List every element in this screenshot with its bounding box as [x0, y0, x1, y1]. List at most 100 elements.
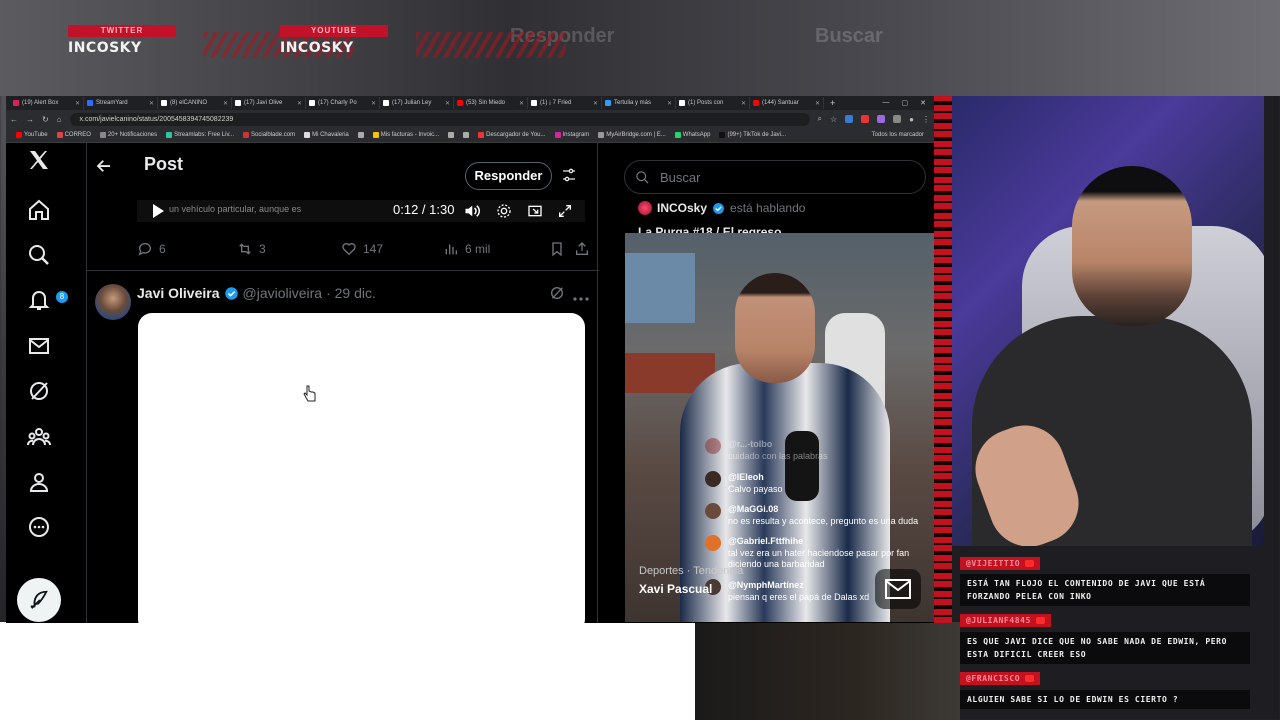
new-tab-icon[interactable]: + — [824, 98, 841, 108]
fullscreen-icon[interactable] — [557, 203, 573, 222]
extension-icon[interactable] — [861, 115, 870, 123]
bookmark-item[interactable]: Streamlabs: Free Liv... — [166, 132, 234, 138]
reload-icon[interactable]: ↻ — [42, 115, 49, 124]
bookmark-item[interactable]: WhatsApp — [674, 132, 710, 138]
maximize-icon[interactable]: ▢ — [902, 99, 909, 107]
grok-explain-icon[interactable] — [549, 285, 565, 306]
trend-title[interactable]: Xavi Pascual — [639, 582, 712, 596]
back-icon[interactable]: ← — [10, 115, 18, 124]
extension-icon[interactable] — [845, 115, 854, 123]
volume-icon[interactable] — [464, 203, 482, 222]
grok-icon[interactable] — [22, 374, 56, 408]
avatar[interactable] — [95, 284, 131, 320]
home-icon[interactable]: ⌂ — [57, 115, 62, 124]
trend-category: Deportes · Tendencia — [639, 565, 744, 577]
browser-tab[interactable]: (17) Julian Ley ✕ — [380, 97, 454, 109]
browser-tab[interactable]: (8) elCANINO ✕ — [158, 97, 232, 109]
star-icon[interactable]: ☆ — [830, 115, 837, 124]
bookmark-favicon-icon — [357, 132, 364, 138]
author-name[interactable]: Javi Oliveira — [137, 285, 220, 301]
settings-gear-icon[interactable] — [496, 203, 512, 222]
post-author-row: Javi Oliveira @javioliveira · 29 dic. — [137, 285, 376, 301]
back-arrow-icon[interactable] — [95, 157, 113, 180]
bookmark-item[interactable] — [357, 132, 364, 138]
messages-envelope-icon[interactable] — [22, 329, 56, 363]
notification-count-badge: 8 — [56, 291, 68, 303]
x-logo-icon[interactable] — [22, 143, 56, 177]
live-space-row[interactable]: INCOsky está hablando — [638, 201, 805, 215]
tab-close-icon[interactable]: ✕ — [445, 100, 450, 107]
tab-close-icon[interactable]: ✕ — [371, 100, 376, 107]
like-action[interactable]: 147 — [341, 241, 383, 257]
browser-tab[interactable]: (1) ¡ 7 Fried ✕ — [528, 97, 602, 109]
browser-tab[interactable]: Tertulia y más ✕ — [602, 97, 676, 109]
tab-close-icon[interactable]: ✕ — [815, 100, 820, 107]
compose-post-button[interactable] — [17, 578, 61, 622]
tab-close-icon[interactable]: ✕ — [223, 100, 228, 107]
reply-settings-icon[interactable] — [561, 167, 577, 188]
chat-text: tal vez era un hater haciendose pasar po… — [728, 548, 910, 569]
repost-icon — [239, 243, 251, 255]
bookmark-item[interactable]: (99+) TikTok de Javi... — [719, 132, 786, 138]
picture-in-picture-icon[interactable] — [527, 203, 543, 222]
browser-tab[interactable]: StreamYard ✕ — [84, 97, 158, 109]
minimize-icon[interactable]: — — [883, 99, 890, 107]
bookmark-item[interactable]: YouTube — [16, 132, 48, 138]
tab-favicon-icon — [531, 100, 537, 106]
extension-icon[interactable] — [893, 115, 902, 123]
all-bookmarks[interactable]: Todos los marcador — [872, 132, 924, 138]
forward-icon[interactable]: → — [26, 115, 34, 124]
bookmark-item[interactable]: Mis facturas - Invoic... — [372, 132, 439, 138]
browser-tab[interactable]: (19) Alert Box ✕ — [10, 97, 84, 109]
post-media[interactable] — [138, 313, 585, 623]
browser-tab[interactable]: (1) Posts con ✕ — [676, 97, 750, 109]
guest-camera-overlay: @r...-tolbo cuidado con las palabras @lEle… — [625, 233, 934, 622]
bookmark-item[interactable]: MyAirBridge.com | E... — [598, 132, 666, 138]
url-field[interactable]: x.com/javielcanino/status/20054583947450… — [69, 112, 810, 126]
share-icon[interactable] — [574, 241, 590, 257]
views-action[interactable]: 6 mil — [443, 241, 490, 257]
zoom-icon[interactable]: ⌕ — [818, 114, 822, 124]
notifications-bell-icon[interactable]: 8 — [22, 283, 68, 317]
search-input[interactable]: Buscar — [624, 160, 926, 194]
explore-search-icon[interactable] — [22, 238, 56, 272]
author-handle[interactable]: @javioliveira — [243, 285, 323, 301]
more-options-icon[interactable] — [22, 510, 56, 544]
bookmark-item[interactable]: 20+ Notificaciones — [99, 132, 157, 138]
tab-close-icon[interactable]: ✕ — [593, 100, 598, 107]
tab-close-icon[interactable]: ✕ — [75, 100, 80, 107]
tab-close-icon[interactable]: ✕ — [519, 100, 524, 107]
reply-button[interactable]: Responder — [465, 162, 552, 190]
bookmark-item[interactable] — [448, 132, 455, 138]
bookmark-item[interactable]: CORREO — [56, 132, 91, 138]
bookmark-item[interactable]: Instagram — [554, 132, 589, 138]
menu-icon[interactable]: ⋮ — [922, 115, 930, 124]
bookmark-icon[interactable] — [549, 241, 565, 257]
bookmark-item[interactable]: Mi Chavaleria — [304, 132, 349, 138]
browser-tab[interactable]: (144) Santuar ✕ — [750, 97, 824, 109]
repost-action[interactable]: 3 — [237, 241, 266, 257]
more-options-icon[interactable] — [573, 289, 589, 307]
bookmark-item[interactable]: Descargador de You... — [478, 132, 546, 138]
profile-icon[interactable]: ● — [909, 115, 914, 124]
browser-tab[interactable]: (17) Charly Po ✕ — [306, 97, 380, 109]
tab-close-icon[interactable]: ✕ — [297, 100, 302, 107]
messages-drawer-button[interactable] — [875, 569, 921, 609]
reply-action[interactable]: 6 — [137, 241, 166, 257]
play-icon[interactable] — [151, 203, 165, 222]
space-title[interactable]: La Purga #18 / El regreso — [638, 225, 781, 233]
bookmark-item[interactable]: Socialblade.com — [243, 132, 295, 138]
home-nav-icon[interactable] — [22, 193, 56, 227]
close-window-icon[interactable]: ✕ — [920, 99, 926, 107]
post-date[interactable]: · 29 dic. — [326, 285, 376, 301]
tab-close-icon[interactable]: ✕ — [667, 100, 672, 107]
tab-close-icon[interactable]: ✕ — [741, 100, 746, 107]
extension-icon[interactable] — [877, 115, 886, 123]
tab-close-icon[interactable]: ✕ — [149, 100, 154, 107]
communities-icon[interactable] — [22, 420, 56, 454]
bookmark-item[interactable] — [463, 132, 470, 138]
profile-nav-icon[interactable] — [22, 465, 56, 499]
browser-tab[interactable]: (17) Javi Olive ✕ — [232, 97, 306, 109]
browser-tab[interactable]: (53) Sin Miedo ✕ — [454, 97, 528, 109]
bookmark-label: Socialblade.com — [251, 132, 296, 138]
